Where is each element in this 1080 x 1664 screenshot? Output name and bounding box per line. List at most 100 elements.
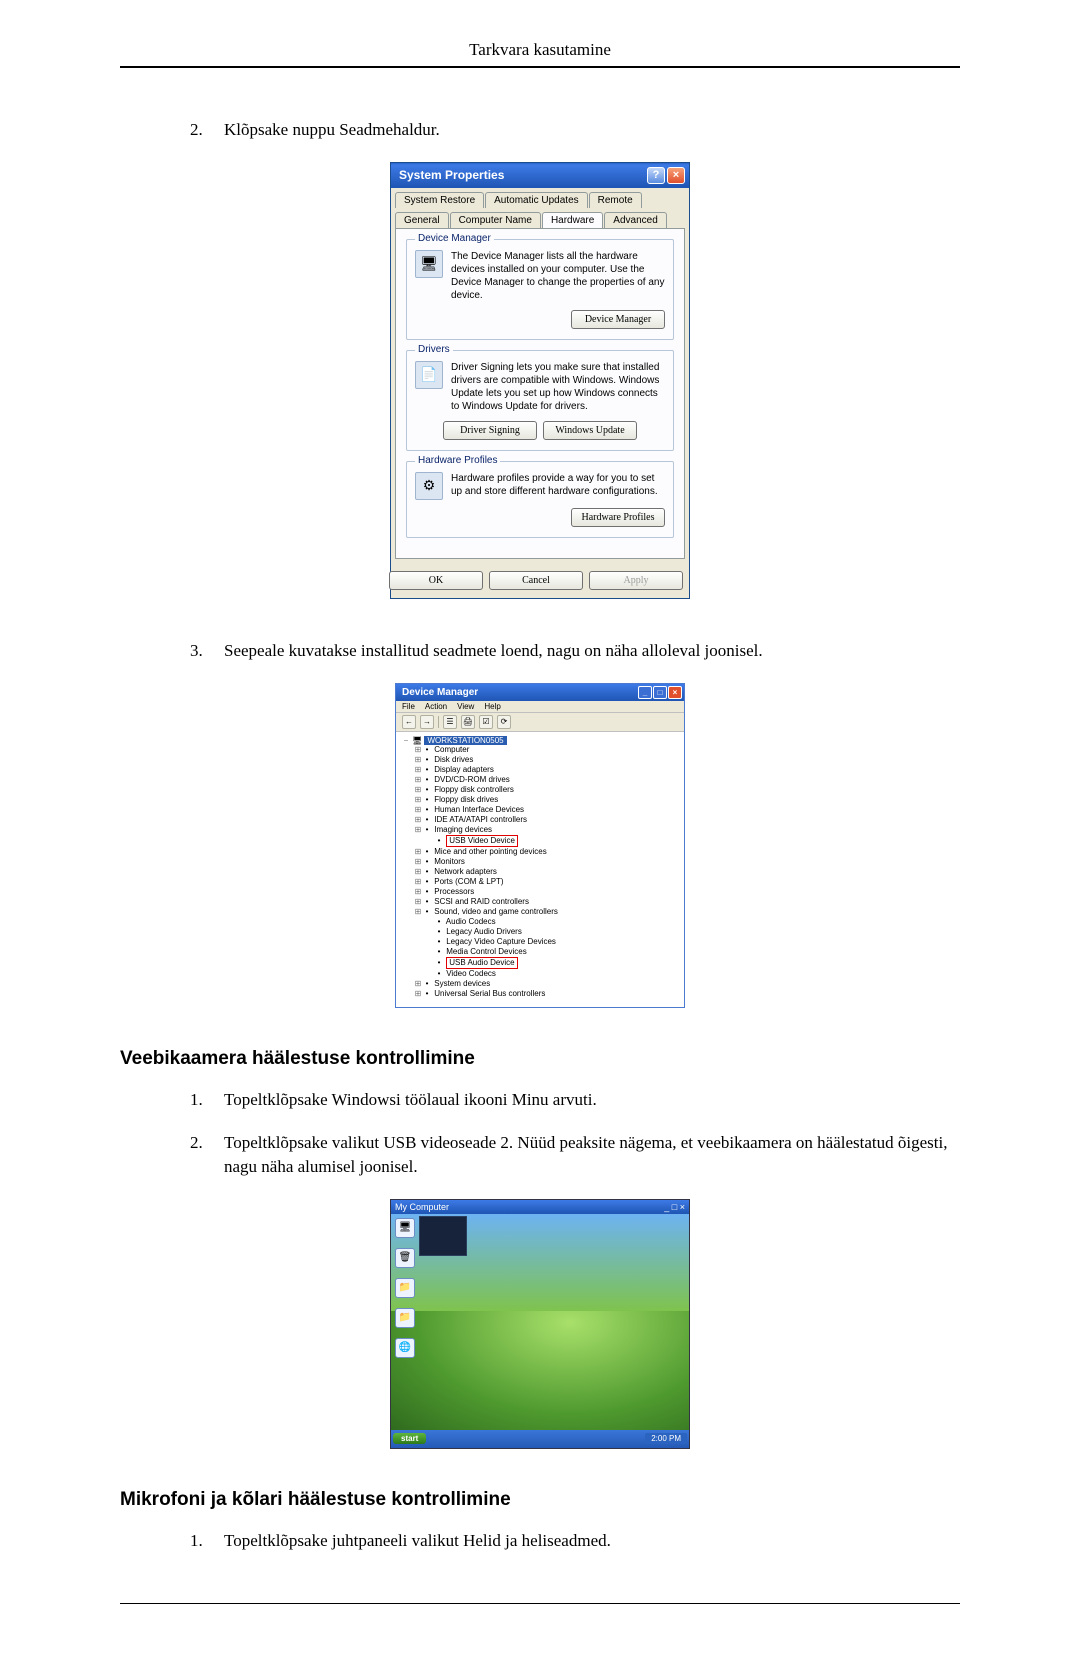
expand-icon[interactable]: ⊞ bbox=[414, 825, 422, 835]
tree-item[interactable]: • Legacy Audio Drivers bbox=[402, 927, 678, 937]
tree-item-label[interactable]: SCSI and RAID controllers bbox=[434, 897, 529, 906]
tree-item[interactable]: ⊞• Processors bbox=[402, 887, 678, 897]
expand-icon[interactable]: ⊞ bbox=[414, 877, 422, 887]
tree-item-label[interactable]: System devices bbox=[434, 979, 490, 988]
tree-item-label[interactable]: Display adapters bbox=[434, 765, 494, 774]
expand-icon[interactable]: ⊞ bbox=[414, 815, 422, 825]
menu-file[interactable]: File bbox=[402, 702, 415, 711]
expand-icon[interactable]: ⊞ bbox=[414, 897, 422, 907]
expand-icon[interactable]: ⊞ bbox=[414, 857, 422, 867]
tree-item-label[interactable]: Mice and other pointing devices bbox=[434, 847, 547, 856]
expand-icon[interactable]: ⊞ bbox=[414, 907, 422, 917]
tree-item-label[interactable]: Floppy disk drives bbox=[434, 795, 498, 804]
desktop-folder-icon[interactable]: 📁 bbox=[395, 1278, 415, 1298]
tree-item-label[interactable]: Disk drives bbox=[434, 755, 473, 764]
menu-view[interactable]: View bbox=[457, 702, 474, 711]
desktop-recycle-icon[interactable]: 🗑 bbox=[395, 1248, 415, 1268]
start-button[interactable]: start bbox=[393, 1433, 426, 1444]
tab-automatic-updates[interactable]: Automatic Updates bbox=[485, 192, 588, 208]
tab-system-restore[interactable]: System Restore bbox=[395, 192, 484, 208]
tree-item[interactable]: ⊞• Ports (COM & LPT) bbox=[402, 877, 678, 887]
forward-icon[interactable]: → bbox=[420, 715, 434, 729]
collapse-icon[interactable]: − bbox=[402, 736, 410, 745]
tree-item[interactable]: ⊞• Floppy disk controllers bbox=[402, 785, 678, 795]
tree-item[interactable]: ⊞• System devices bbox=[402, 979, 678, 989]
device-manager-button[interactable]: Device Manager bbox=[571, 310, 665, 329]
minimize-icon[interactable]: _ bbox=[638, 686, 652, 699]
driver-signing-button[interactable]: Driver Signing bbox=[443, 421, 537, 440]
back-icon[interactable]: ← bbox=[402, 715, 416, 729]
tree-item-label[interactable]: Universal Serial Bus controllers bbox=[434, 989, 545, 998]
tree-item-label[interactable]: Network adapters bbox=[434, 867, 497, 876]
expand-icon[interactable]: ⊞ bbox=[414, 755, 422, 765]
tree-item-label[interactable]: IDE ATA/ATAPI controllers bbox=[434, 815, 527, 824]
tree-item[interactable]: ⊞• DVD/CD-ROM drives bbox=[402, 775, 678, 785]
expand-icon[interactable]: ⊞ bbox=[414, 847, 422, 857]
maximize-icon[interactable]: □ bbox=[653, 686, 667, 699]
close-icon[interactable]: × bbox=[667, 167, 685, 184]
tree-item-label[interactable]: Imaging devices bbox=[434, 825, 492, 834]
tree-item-label[interactable]: Processors bbox=[434, 887, 474, 896]
tree-item[interactable]: ⊞• Imaging devices bbox=[402, 825, 678, 835]
highlighted-device[interactable]: USB Audio Device bbox=[446, 957, 517, 969]
desktop-folder-icon[interactable]: 📁 bbox=[395, 1308, 415, 1328]
toolbar-icon[interactable]: ☰ bbox=[443, 715, 457, 729]
tree-item-label[interactable]: Computer bbox=[434, 745, 469, 754]
expand-icon[interactable]: ⊞ bbox=[414, 989, 422, 999]
tree-item[interactable]: • Audio Codecs bbox=[402, 917, 678, 927]
hardware-profiles-button[interactable]: Hardware Profiles bbox=[571, 508, 665, 527]
tree-item[interactable]: • USB Audio Device bbox=[402, 957, 678, 969]
expand-icon[interactable]: ⊞ bbox=[414, 979, 422, 989]
tab-hardware[interactable]: Hardware bbox=[542, 212, 603, 228]
tab-computer-name[interactable]: Computer Name bbox=[450, 212, 541, 228]
expand-icon[interactable]: ⊞ bbox=[414, 745, 422, 755]
tree-item[interactable]: ⊞• Human Interface Devices bbox=[402, 805, 678, 815]
tree-item[interactable]: • Media Control Devices bbox=[402, 947, 678, 957]
tree-item[interactable]: ⊞• Sound, video and game controllers bbox=[402, 907, 678, 917]
tab-remote[interactable]: Remote bbox=[589, 192, 642, 208]
scan-icon[interactable]: ⟳ bbox=[497, 715, 511, 729]
expand-icon[interactable]: ⊞ bbox=[414, 775, 422, 785]
menu-action[interactable]: Action bbox=[425, 702, 447, 711]
help-icon[interactable]: ? bbox=[647, 167, 665, 184]
desktop-ie-icon[interactable]: 🌐 bbox=[395, 1338, 415, 1358]
expand-icon[interactable]: ⊞ bbox=[414, 867, 422, 877]
tree-item-label[interactable]: Legacy Video Capture Devices bbox=[446, 937, 556, 946]
tree-item[interactable]: ⊞• Mice and other pointing devices bbox=[402, 847, 678, 857]
ok-button[interactable]: OK bbox=[389, 571, 483, 590]
expand-icon[interactable]: ⊞ bbox=[414, 765, 422, 775]
expand-icon[interactable]: ⊞ bbox=[414, 805, 422, 815]
tab-general[interactable]: General bbox=[395, 212, 449, 228]
tree-item[interactable]: ⊞• Display adapters bbox=[402, 765, 678, 775]
tree-item[interactable]: • Legacy Video Capture Devices bbox=[402, 937, 678, 947]
menu-help[interactable]: Help bbox=[484, 702, 500, 711]
expand-icon[interactable]: ⊞ bbox=[414, 785, 422, 795]
tree-item-label[interactable]: DVD/CD-ROM drives bbox=[434, 775, 510, 784]
desktop-my-computer-icon[interactable]: 🖥 bbox=[395, 1218, 415, 1238]
tree-item[interactable]: ⊞• Monitors bbox=[402, 857, 678, 867]
webcam-preview-window[interactable] bbox=[419, 1216, 467, 1256]
cancel-button[interactable]: Cancel bbox=[489, 571, 583, 590]
system-tray[interactable]: 2:00 PM bbox=[645, 1433, 687, 1444]
apply-button[interactable]: Apply bbox=[589, 571, 683, 590]
tree-item-label[interactable]: Sound, video and game controllers bbox=[434, 907, 558, 916]
tree-item[interactable]: ⊞• IDE ATA/ATAPI controllers bbox=[402, 815, 678, 825]
tree-root[interactable]: WORKSTATION0505 bbox=[424, 736, 506, 745]
tree-item[interactable]: ⊞• Floppy disk drives bbox=[402, 795, 678, 805]
tree-item-label[interactable]: Video Codecs bbox=[446, 969, 496, 978]
tree-item[interactable]: ⊞• Universal Serial Bus controllers bbox=[402, 989, 678, 999]
tree-item[interactable]: ⊞• Computer bbox=[402, 745, 678, 755]
tree-item[interactable]: • Video Codecs bbox=[402, 969, 678, 979]
close-icon[interactable]: × bbox=[668, 686, 682, 699]
properties-icon[interactable]: ☑ bbox=[479, 715, 493, 729]
tab-advanced[interactable]: Advanced bbox=[604, 212, 666, 228]
tree-item-label[interactable]: Monitors bbox=[434, 857, 465, 866]
highlighted-device[interactable]: USB Video Device bbox=[446, 835, 518, 847]
device-tree[interactable]: − 🖥 WORKSTATION0505 ⊞• Computer⊞• Disk d… bbox=[396, 732, 684, 1007]
tree-item-label[interactable]: Media Control Devices bbox=[446, 947, 526, 956]
tree-item[interactable]: ⊞• SCSI and RAID controllers bbox=[402, 897, 678, 907]
tree-item[interactable]: ⊞• Disk drives bbox=[402, 755, 678, 765]
expand-icon[interactable]: ⊞ bbox=[414, 887, 422, 897]
tree-item-label[interactable]: Human Interface Devices bbox=[434, 805, 524, 814]
tree-item-label[interactable]: Ports (COM & LPT) bbox=[434, 877, 503, 886]
